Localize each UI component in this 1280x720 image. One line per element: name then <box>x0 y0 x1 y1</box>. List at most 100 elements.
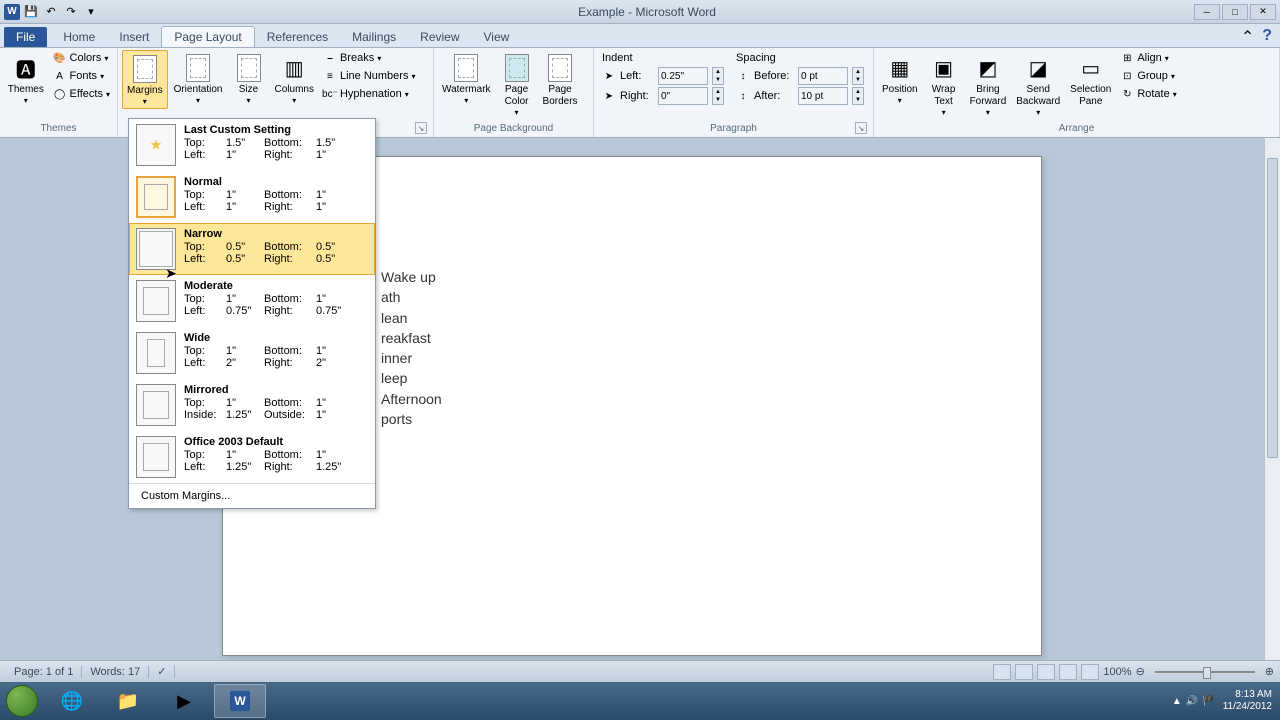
rotate-icon: ↻ <box>1120 87 1134 101</box>
margin-option-mirrored[interactable]: Mirrored Top:1"Bottom:1" Inside:1.25"Out… <box>129 379 375 431</box>
send-backward-button[interactable]: ◪Send Backward▾ <box>1012 50 1064 119</box>
tab-file[interactable]: File <box>4 27 47 47</box>
tab-mailings[interactable]: Mailings <box>340 27 408 47</box>
qa-customize[interactable]: ▾ <box>82 3 100 21</box>
margin-option-normal[interactable]: Normal Top:1"Bottom:1" Left:1"Right:1" <box>129 171 375 223</box>
margin-option-wide[interactable]: Wide Top:1"Bottom:1" Left:2"Right:2" <box>129 327 375 379</box>
words-status[interactable]: Words: 17 <box>82 666 149 678</box>
spacing-before-spinner[interactable]: ▲▼ <box>852 67 864 85</box>
cursor-icon: ➤ <box>165 265 177 282</box>
fonts-button[interactable]: AFonts▾ <box>50 68 113 84</box>
selection-pane-button[interactable]: ▭Selection Pane <box>1066 50 1115 110</box>
group-button[interactable]: ⊡Group▾ <box>1117 68 1179 84</box>
minimize-button[interactable]: ─ <box>1194 4 1220 20</box>
redo-button[interactable]: ↷ <box>62 3 80 21</box>
page-color-button[interactable]: Page Color▾ <box>497 50 537 119</box>
spacing-after-input[interactable]: 10 pt <box>798 87 848 105</box>
page-borders-button[interactable]: Page Borders <box>539 50 582 110</box>
full-screen-view[interactable] <box>1015 664 1033 680</box>
breaks-button[interactable]: ⎯Breaks▾ <box>320 50 419 66</box>
indent-left-input[interactable]: 0.25" <box>658 67 708 85</box>
wrap-text-button[interactable]: ▣Wrap Text▾ <box>924 50 964 119</box>
colors-button[interactable]: 🎨Colors▾ <box>50 50 113 66</box>
explorer-taskbar-icon[interactable]: 📁 <box>102 684 154 718</box>
custom-margins-button[interactable]: Custom Margins... <box>129 483 375 508</box>
themes-group-label: Themes <box>4 122 113 135</box>
help-icon[interactable]: ? <box>1262 27 1272 47</box>
margin-preview-icon <box>136 228 176 270</box>
columns-button[interactable]: ▥ Columns▾ <box>271 50 318 107</box>
bring-forward-button[interactable]: ◩Bring Forward▾ <box>966 50 1011 119</box>
breaks-icon: ⎯ <box>323 51 337 65</box>
orientation-icon <box>182 52 214 84</box>
minimize-ribbon-icon[interactable]: ⌃ <box>1241 27 1254 47</box>
outline-view[interactable] <box>1059 664 1077 680</box>
tray-icons[interactable]: ▲🔊🏴 <box>1172 696 1215 707</box>
word-app-icon: W <box>4 4 20 20</box>
tab-view[interactable]: View <box>472 27 522 47</box>
word-taskbar-icon[interactable]: W <box>214 684 266 718</box>
margin-option-last-custom-setting[interactable]: Last Custom Setting Top:1.5"Bottom:1.5" … <box>129 119 375 171</box>
margins-icon <box>129 53 161 85</box>
print-layout-view[interactable] <box>993 664 1011 680</box>
spacing-label: Spacing <box>736 52 864 64</box>
scrollbar-thumb[interactable] <box>1267 158 1278 458</box>
themes-button[interactable]: 🅰 Themes ▾ <box>4 50 48 107</box>
margins-button[interactable]: Margins▾ <box>122 50 168 109</box>
effects-button[interactable]: ◯Effects▾ <box>50 86 113 102</box>
tab-insert[interactable]: Insert <box>107 27 161 47</box>
start-button[interactable] <box>0 682 44 720</box>
window-title: Example - Microsoft Word <box>100 5 1194 19</box>
close-button[interactable]: ✕ <box>1250 4 1276 20</box>
taskbar-clock[interactable]: 8:13 AM11/24/2012 <box>1223 689 1272 713</box>
page-setup-launcher[interactable]: ↘ <box>415 122 427 134</box>
save-button[interactable]: 💾 <box>22 3 40 21</box>
indent-right-input[interactable]: 0" <box>658 87 708 105</box>
draft-view[interactable] <box>1081 664 1099 680</box>
margin-preview-icon <box>136 436 176 478</box>
web-layout-view[interactable] <box>1037 664 1055 680</box>
tab-review[interactable]: Review <box>408 27 471 47</box>
indent-left-spinner[interactable]: ▲▼ <box>712 67 724 85</box>
margin-preview-icon <box>136 176 176 218</box>
margin-option-moderate[interactable]: Moderate Top:1"Bottom:1" Left:0.75"Right… <box>129 275 375 327</box>
margin-option-office-2003-default[interactable]: Office 2003 Default Top:1"Bottom:1" Left… <box>129 431 375 483</box>
zoom-slider[interactable] <box>1155 671 1255 673</box>
rotate-button[interactable]: ↻Rotate▾ <box>1117 86 1179 102</box>
tab-page-layout[interactable]: Page Layout <box>161 26 254 47</box>
spacing-after-spinner[interactable]: ▲▼ <box>852 87 864 105</box>
arrange-label: Arrange <box>878 122 1275 135</box>
indent-right-spinner[interactable]: ▲▼ <box>712 87 724 105</box>
ribbon-tabs: File Home Insert Page Layout References … <box>0 24 1280 48</box>
orientation-button[interactable]: Orientation▾ <box>170 50 227 107</box>
wrap-text-icon: ▣ <box>928 52 960 84</box>
size-icon <box>233 52 265 84</box>
hyphenation-button[interactable]: bc⁻Hyphenation▾ <box>320 86 419 102</box>
zoom-out-button[interactable]: ⊖ <box>1136 665 1145 678</box>
indent-right-icon: ➤ <box>602 89 616 103</box>
bring-forward-icon: ◩ <box>972 52 1004 84</box>
maximize-button[interactable]: □ <box>1222 4 1248 20</box>
zoom-level[interactable]: 100% <box>1103 666 1131 678</box>
media-taskbar-icon[interactable]: ▶ <box>158 684 210 718</box>
page-color-icon <box>501 52 533 84</box>
spell-check-icon[interactable]: ✓ <box>149 665 175 678</box>
ie-taskbar-icon[interactable]: 🌐 <box>46 684 98 718</box>
spacing-before-input[interactable]: 0 pt <box>798 67 848 85</box>
position-button[interactable]: ▦Position▾ <box>878 50 922 107</box>
margin-preview-icon <box>136 384 176 426</box>
vertical-scrollbar[interactable] <box>1264 138 1280 690</box>
line-numbers-button[interactable]: ≡Line Numbers▾ <box>320 68 419 84</box>
page-status[interactable]: Page: 1 of 1 <box>6 666 82 678</box>
position-icon: ▦ <box>884 52 916 84</box>
paragraph-launcher[interactable]: ↘ <box>855 122 867 134</box>
watermark-button[interactable]: Watermark▾ <box>438 50 495 107</box>
align-button[interactable]: ⊞Align▾ <box>1117 50 1179 66</box>
tab-home[interactable]: Home <box>51 27 107 47</box>
tab-references[interactable]: References <box>255 27 340 47</box>
indent-left-icon: ➤ <box>602 69 616 83</box>
hyphenation-icon: bc⁻ <box>323 87 337 101</box>
zoom-in-button[interactable]: ⊕ <box>1265 665 1274 678</box>
undo-button[interactable]: ↶ <box>42 3 60 21</box>
size-button[interactable]: Size▾ <box>229 50 269 107</box>
